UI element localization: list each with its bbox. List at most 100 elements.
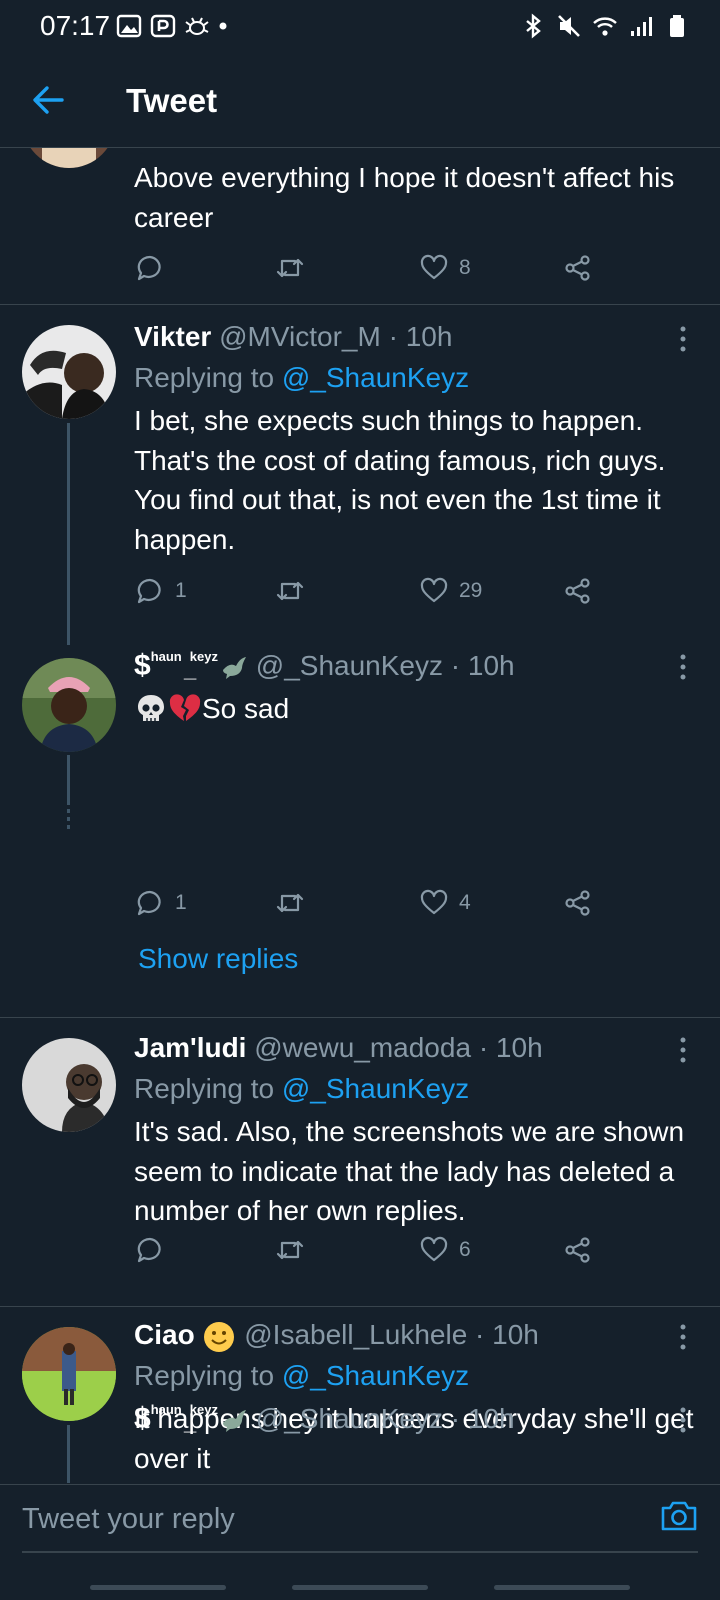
wifi-icon: [593, 17, 617, 36]
broken-heart-emoji: [169, 694, 201, 721]
heart-icon: [420, 889, 448, 915]
avatar[interactable]: [22, 325, 116, 419]
reply-feed[interactable]: Above everything I hope it doesn't affec…: [0, 148, 720, 1483]
display-name[interactable]: $haun keyz_: [134, 1402, 218, 1435]
more-options-icon[interactable]: [677, 1323, 689, 1351]
display-name[interactable]: Jam'ludi: [134, 1032, 246, 1063]
heart-icon: [420, 1236, 448, 1262]
reply-button[interactable]: [136, 250, 175, 286]
more-options-icon[interactable]: [677, 1036, 689, 1064]
mention-link[interactable]: @_ShaunKeyz: [282, 362, 469, 393]
dove-icon: [222, 1409, 246, 1432]
reply-button[interactable]: 1: [136, 573, 187, 609]
more-options-icon[interactable]: [677, 653, 689, 681]
handle[interactable]: @_ShaunKeyz: [256, 1403, 443, 1434]
comment-icon: [137, 255, 161, 281]
like-button[interactable]: 4: [420, 885, 471, 921]
mention-link[interactable]: @_ShaunKeyz: [282, 1360, 469, 1391]
replying-prefix: Replying to: [134, 1073, 275, 1104]
timestamp: 10h: [405, 321, 453, 352]
battery-icon: [670, 15, 684, 37]
arrow-left-icon[interactable]: [30, 82, 66, 118]
handle[interactable]: @Isabell_Lukhele: [244, 1319, 467, 1350]
timestamp: 10h: [492, 1319, 539, 1350]
reply-item[interactable]: Jam'ludi @wewu_madoda · 10h Replying to …: [0, 1018, 720, 1306]
heart-icon: [420, 577, 448, 603]
tweet-text-row: So sad: [134, 689, 694, 729]
tweet-actions: 8: [134, 250, 604, 286]
name-part-haun: haun: [150, 649, 182, 664]
reply-item[interactable]: Ciao @Isabell_Lukhele · 10h Replying to …: [0, 1307, 720, 1483]
nav-home-button[interactable]: [292, 1585, 428, 1590]
tweet-header: Ciao @Isabell_Lukhele · 10h: [134, 1319, 539, 1354]
like-count: 8: [459, 256, 471, 279]
bug-icon: [185, 17, 209, 35]
replying-to: Replying to @_ShaunKeyz: [134, 362, 469, 394]
replying-to: Replying to @_ShaunKeyz: [134, 1073, 469, 1105]
comment-icon: [137, 578, 161, 604]
compose-bar: Tweet your reply: [0, 1484, 720, 1600]
more-options-icon[interactable]: [677, 1406, 689, 1434]
share-icon: [565, 578, 590, 604]
nav-recents-button[interactable]: [90, 1585, 226, 1590]
avatar[interactable]: [22, 658, 116, 752]
tweet-actions: 1 29: [134, 573, 604, 609]
separator-dot: ·: [478, 1032, 489, 1063]
display-name[interactable]: Vikter: [134, 321, 211, 352]
tweet-text: Above everything I hope it doesn't affec…: [134, 162, 675, 233]
replying-prefix: Replying to: [134, 1360, 275, 1391]
like-count: 29: [459, 579, 483, 602]
share-button[interactable]: [564, 573, 592, 609]
nav-back-button[interactable]: [494, 1585, 630, 1590]
replying-prefix: Replying to: [134, 362, 275, 393]
timestamp: 10h: [467, 1403, 515, 1434]
signal-icon: [631, 17, 652, 36]
share-button[interactable]: [564, 250, 592, 286]
reply-input[interactable]: Tweet your reply: [22, 1503, 235, 1536]
reply-item[interactable]: Above everything I hope it doesn't affec…: [0, 148, 720, 304]
reply-item[interactable]: $haunkeyz_ @_ShaunKeyz · 10h So sad 1 4: [0, 645, 720, 1017]
heart-icon: [420, 254, 448, 280]
like-button[interactable]: 8: [420, 250, 471, 286]
status-right-icons: [520, 12, 690, 40]
page-title: Tweet: [126, 82, 218, 119]
timestamp: 10h: [495, 1032, 543, 1063]
status-bar: 07:17: [0, 0, 720, 52]
share-button[interactable]: [564, 1232, 592, 1268]
mute-icon: [558, 15, 580, 37]
avatar[interactable]: [22, 148, 116, 168]
avatar[interactable]: [22, 1038, 116, 1132]
like-button[interactable]: 6: [420, 1232, 471, 1268]
share-button[interactable]: [564, 885, 592, 921]
retweet-button[interactable]: [276, 573, 304, 609]
more-options-icon[interactable]: [677, 325, 689, 353]
like-count: 6: [459, 1238, 471, 1261]
retweet-button[interactable]: [276, 250, 304, 286]
skull-emoji: [138, 694, 164, 721]
name-underscore: _: [183, 1410, 197, 1435]
retweet-icon: [276, 893, 304, 913]
show-replies-link[interactable]: Show replies: [138, 943, 298, 975]
reply-button[interactable]: 1: [136, 885, 187, 921]
like-count: 4: [459, 891, 471, 914]
share-icon: [565, 255, 590, 281]
retweet-button[interactable]: [276, 885, 304, 921]
reply-button[interactable]: [136, 1232, 175, 1268]
separator-dot: ·: [450, 1403, 461, 1434]
handle[interactable]: @MVictor_M: [219, 321, 381, 352]
handle[interactable]: @_ShaunKeyz: [256, 650, 443, 681]
retweet-button[interactable]: [276, 1232, 304, 1268]
display-name[interactable]: $haun keyz_: [134, 649, 218, 682]
thread-line: [67, 423, 70, 645]
mention-link[interactable]: @_ShaunKeyz: [282, 1073, 469, 1104]
thread-line: [67, 1425, 70, 1483]
display-name[interactable]: Ciao: [134, 1319, 195, 1350]
timestamp: 10h: [467, 650, 515, 681]
status-left-icons: [116, 12, 228, 40]
camera-icon[interactable]: [658, 1495, 700, 1537]
avatar[interactable]: [22, 1327, 116, 1421]
comment-icon: [137, 890, 161, 916]
like-button[interactable]: 29: [420, 573, 482, 609]
handle[interactable]: @wewu_madoda: [254, 1032, 471, 1063]
reply-item[interactable]: Vikter @MVictor_M · 10h Replying to @_Sh…: [0, 305, 720, 645]
